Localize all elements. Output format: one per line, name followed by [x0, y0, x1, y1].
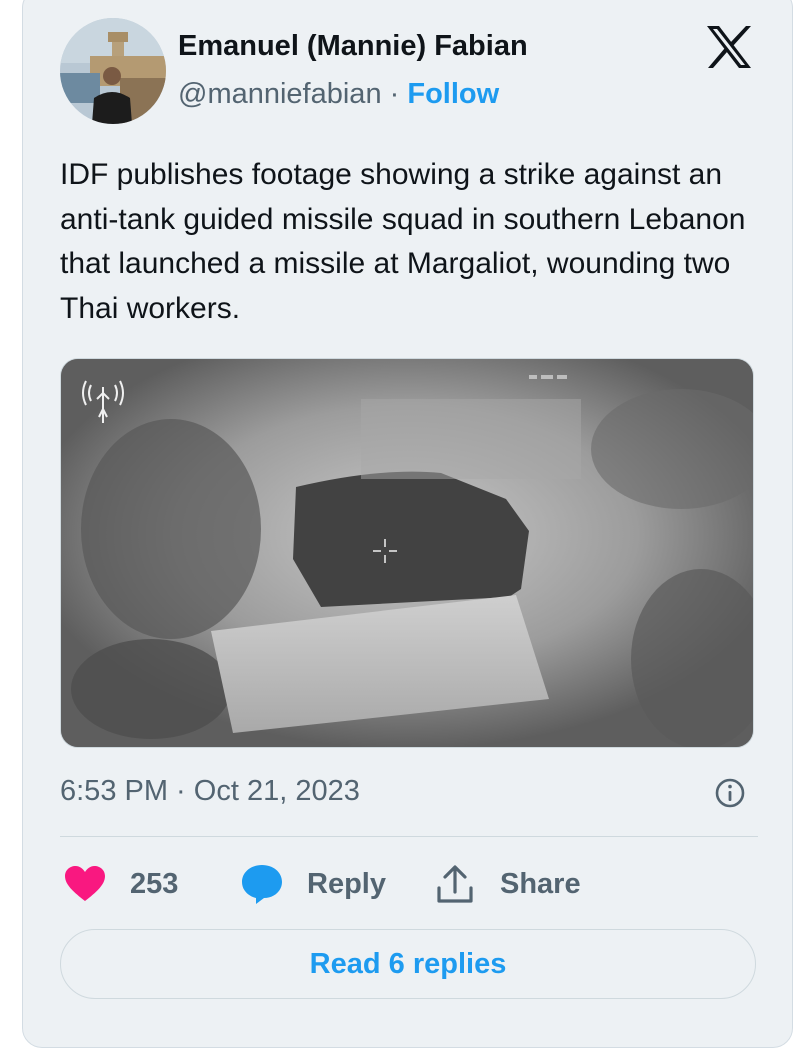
info-icon[interactable] [714, 777, 746, 809]
media-thumbnail [61, 359, 753, 747]
tweet-text: IDF publishes footage showing a strike a… [60, 158, 746, 325]
reply-label: Reply [307, 867, 386, 900]
author-handle[interactable]: @manniefabian [178, 78, 382, 110]
divider [60, 836, 758, 837]
author-handle-row: @manniefabian · Follow [178, 78, 499, 111]
speech-bubble-icon [242, 865, 282, 904]
handle-separator: · [389, 78, 400, 110]
share-upload-icon [437, 865, 473, 903]
like-count: 253 [130, 867, 179, 900]
x-logo-icon[interactable] [705, 25, 753, 69]
share-button[interactable]: Share [436, 862, 581, 906]
tweet-timestamp[interactable]: 6:53 PM · Oct 21, 2023 [60, 775, 360, 808]
reply-button[interactable]: Reply [240, 862, 386, 906]
avatar-photo [60, 18, 166, 124]
read-replies-button[interactable]: Read 6 replies [60, 929, 756, 999]
author-name[interactable]: Emanuel (Mannie) Fabian [178, 30, 528, 63]
like-button[interactable]: 253 [64, 862, 178, 906]
heart-icon [65, 866, 105, 901]
tweet-media-video[interactable] [60, 358, 754, 748]
author-avatar[interactable] [60, 18, 166, 124]
follow-button[interactable]: Follow [407, 78, 499, 110]
share-label: Share [500, 867, 581, 900]
